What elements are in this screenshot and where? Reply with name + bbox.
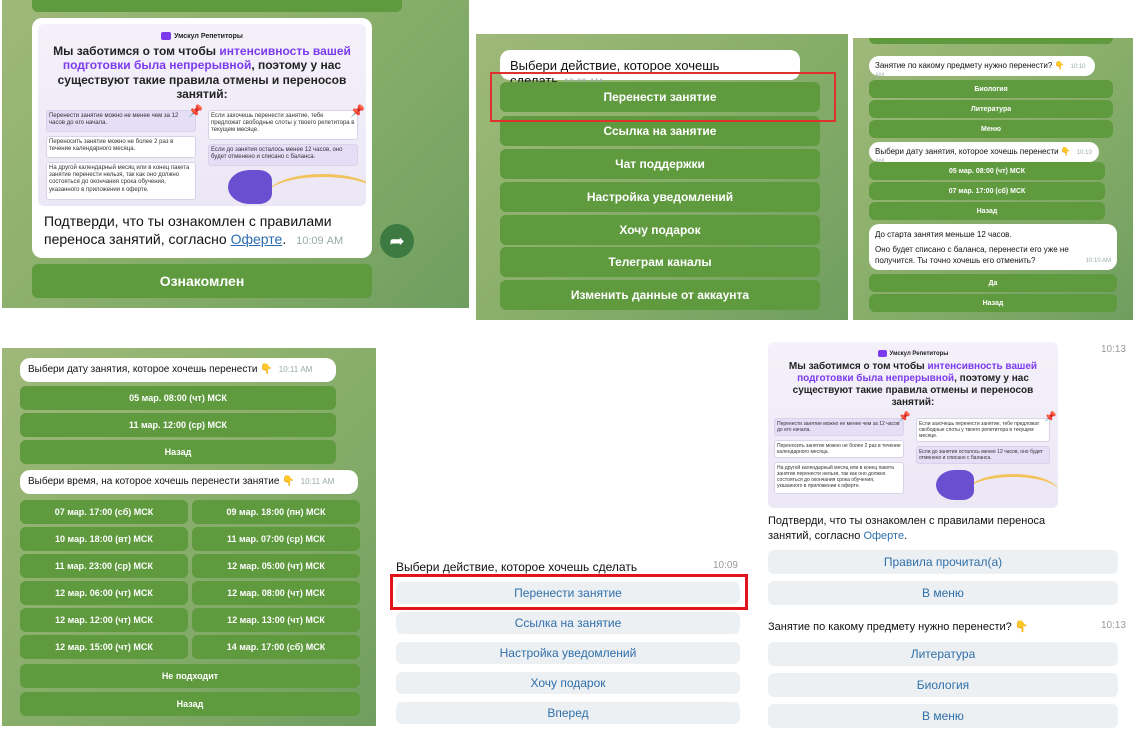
confirm-yes-button[interactable]: Да [869,274,1117,292]
rules-message-bubble: Умскул Репетиторы Мы заботимся о том что… [32,18,372,258]
rules-info-card: Умскул Репетиторы Мы заботимся о том что… [38,24,366,206]
pointing-down-hand-icon: 👇 [282,476,295,487]
message-time: 10:13 [1100,620,1126,631]
rules-header: Мы заботимся о том чтобы интенсивность в… [788,361,1038,408]
rules-info-card: Умскул Репетиторы Мы заботимся о том что… [768,342,1058,508]
offer-link[interactable]: Оферте [231,231,283,247]
wave-decoration [968,474,1058,508]
rules-message-text: Подтверди, что ты ознакомлен с правилами… [768,515,1046,542]
subject-biology-button[interactable]: Биология [768,673,1118,697]
rule-note-2: Переносить занятие можно не более 2 раз … [774,440,904,458]
back-button[interactable]: Назад [869,294,1117,312]
gift-button[interactable]: Хочу подарок [500,215,820,245]
rule-note-1: Перенести занятие можно не менее чем за … [46,110,196,132]
date-option-2[interactable]: 11 мар. 12:00 (ср) МСК [20,413,336,437]
pushpin-icon: 📌 [1044,412,1057,423]
message-time: 10:09 AM [296,235,344,247]
acknowledge-button[interactable]: Ознакомлен [32,264,372,298]
rules-header: Мы заботимся о том чтобы интенсивность в… [53,44,351,102]
rule-note-1: Перенести занятие можно не менее чем за … [774,418,904,436]
time-slot-button[interactable]: 12 мар. 15:00 (чт) МСК [20,635,188,659]
pointing-down-hand-icon: 👇 [1054,61,1065,70]
support-chat-button[interactable]: Чат поддержки [500,149,820,179]
megaphone-illustration [228,170,272,204]
time-slot-button[interactable]: 12 мар. 06:00 (чт) МСК [20,581,188,605]
time-slot-button[interactable]: 11 мар. 23:00 (ср) МСК [20,554,188,578]
pushpin-icon: 📌 [350,104,365,118]
rule-note-5: Если до занятия осталось менее 12 часов,… [916,446,1050,464]
panel-time-tg: Выбери дату занятия, которое хочешь пере… [2,348,376,726]
subject-question: Занятие по какому предмету нужно перенес… [768,621,1029,633]
notification-settings-button[interactable]: Настройка уведомлений [396,642,740,664]
rules-read-button[interactable]: Правила прочитал(а) [768,550,1118,574]
subject-question-bubble: Занятие по какому предмету нужно перенес… [869,56,1095,79]
highlight-frame [490,72,836,122]
time-slot-button[interactable]: 12 мар. 08:00 (чт) МСК [192,581,360,605]
panel-actions-tg: Выбери действие, которое хочешь сделать1… [476,34,848,320]
message-time: 10:09 [712,560,738,571]
rule-note-3: На другой календарный месяц или в конец … [46,162,196,200]
pushpin-icon: 📌 [188,104,203,118]
time-slot-button[interactable]: 12 мар. 13:00 (чт) МСК [192,608,360,632]
rule-note-3: На другой календарный месяц или в конец … [774,462,904,494]
subject-literature-button[interactable]: Литература [768,642,1118,666]
back-button[interactable]: Назад [869,202,1105,220]
wave-decoration [268,174,366,206]
back-button[interactable]: Назад [20,440,336,464]
time-slot-button[interactable]: 07 мар. 17:00 (сб) МСК [20,500,188,524]
pushpin-icon: 📌 [898,412,911,423]
panel-rules-plain: 10:13 Умскул Репетиторы Мы заботимся о т… [760,338,1134,734]
to-menu-button[interactable]: В меню [768,581,1118,605]
time-slot-button[interactable]: 12 мар. 12:00 (чт) МСК [20,608,188,632]
forward-button[interactable]: Вперед [396,702,740,724]
time-slot-button[interactable]: 14 мар. 17:00 (сб) МСК [192,635,360,659]
date-question-bubble: Выбери дату занятия, которое хочешь пере… [869,142,1099,165]
date-option-1[interactable]: 05 мар. 08:00 (чт) МСК [869,162,1105,180]
umskul-logo: Умскул Репетиторы [768,342,1058,357]
rule-note-4: Если захочешь перенести занятие, тебе пр… [208,110,358,140]
to-menu-button[interactable]: В меню [768,704,1118,728]
panel-cancel-tg: Занятие по какому предмету нужно перенес… [853,38,1133,320]
forward-arrow-icon[interactable]: ➦ [380,224,414,258]
lesson-link-button[interactable]: Ссылка на занятие [396,612,740,634]
panel-rules-tg: Умскул Репетиторы Мы заботимся о том что… [2,0,469,308]
rule-note-5: Если до занятия осталось менее 12 часов,… [208,144,358,166]
action-question: Выбери действие, которое хочешь сделать [396,560,638,574]
top-cut-button[interactable] [32,0,402,12]
time-slot-button[interactable]: 11 мар. 07:00 (ср) МСК [192,527,360,551]
subject-biology-button[interactable]: Биология [869,80,1113,98]
notification-settings-button[interactable]: Настройка уведомлений [500,182,820,212]
subject-literature-button[interactable]: Литература [869,100,1113,118]
panel-actions-plain: Выбери действие, которое хочешь сделать … [388,554,750,734]
time-slot-button[interactable]: 09 мар. 18:00 (пн) МСК [192,500,360,524]
time-slot-button[interactable]: 12 мар. 05:00 (чт) МСК [192,554,360,578]
offer-link[interactable]: Оферте [863,530,904,542]
rule-note-4: Если захочешь перенести занятие, тебе пр… [916,418,1050,442]
rules-message-text: Подтверди, что ты ознакомлен с правилами… [44,213,344,247]
top-cut-button[interactable] [869,38,1113,44]
message-time: 10:13 [1100,344,1126,355]
date-option-1[interactable]: 05 мар. 08:00 (чт) МСК [20,386,336,410]
umskul-logo: Умскул Репетиторы [38,24,366,40]
pointing-down-hand-icon: 👇 [260,364,273,375]
time-question-bubble: Выбери время, на которое хочешь перенест… [20,470,358,494]
date-question-bubble: Выбери дату занятия, которое хочешь пере… [20,358,336,382]
pointing-down-hand-icon: 👇 [1014,621,1029,633]
time-slot-button[interactable]: 10 мар. 18:00 (вт) МСК [20,527,188,551]
gift-button[interactable]: Хочу подарок [396,672,740,694]
telegram-channels-button[interactable]: Телеграм каналы [500,247,820,277]
megaphone-illustration [936,470,974,500]
not-suitable-button[interactable]: Не подходит [20,664,360,688]
highlight-frame [390,574,748,610]
rule-note-2: Переносить занятие можно не более 2 раз … [46,136,196,158]
edit-account-button[interactable]: Изменить данные от аккаунта [500,280,820,310]
cancel-warning-bubble: До старта занятия меньше 12 часов. Оно б… [869,224,1117,270]
pointing-down-hand-icon: 👇 [1060,147,1071,156]
subject-menu-button[interactable]: Меню [869,120,1113,138]
back-button[interactable]: Назад [20,692,360,716]
date-option-2[interactable]: 07 мар. 17:00 (сб) МСК [869,182,1105,200]
